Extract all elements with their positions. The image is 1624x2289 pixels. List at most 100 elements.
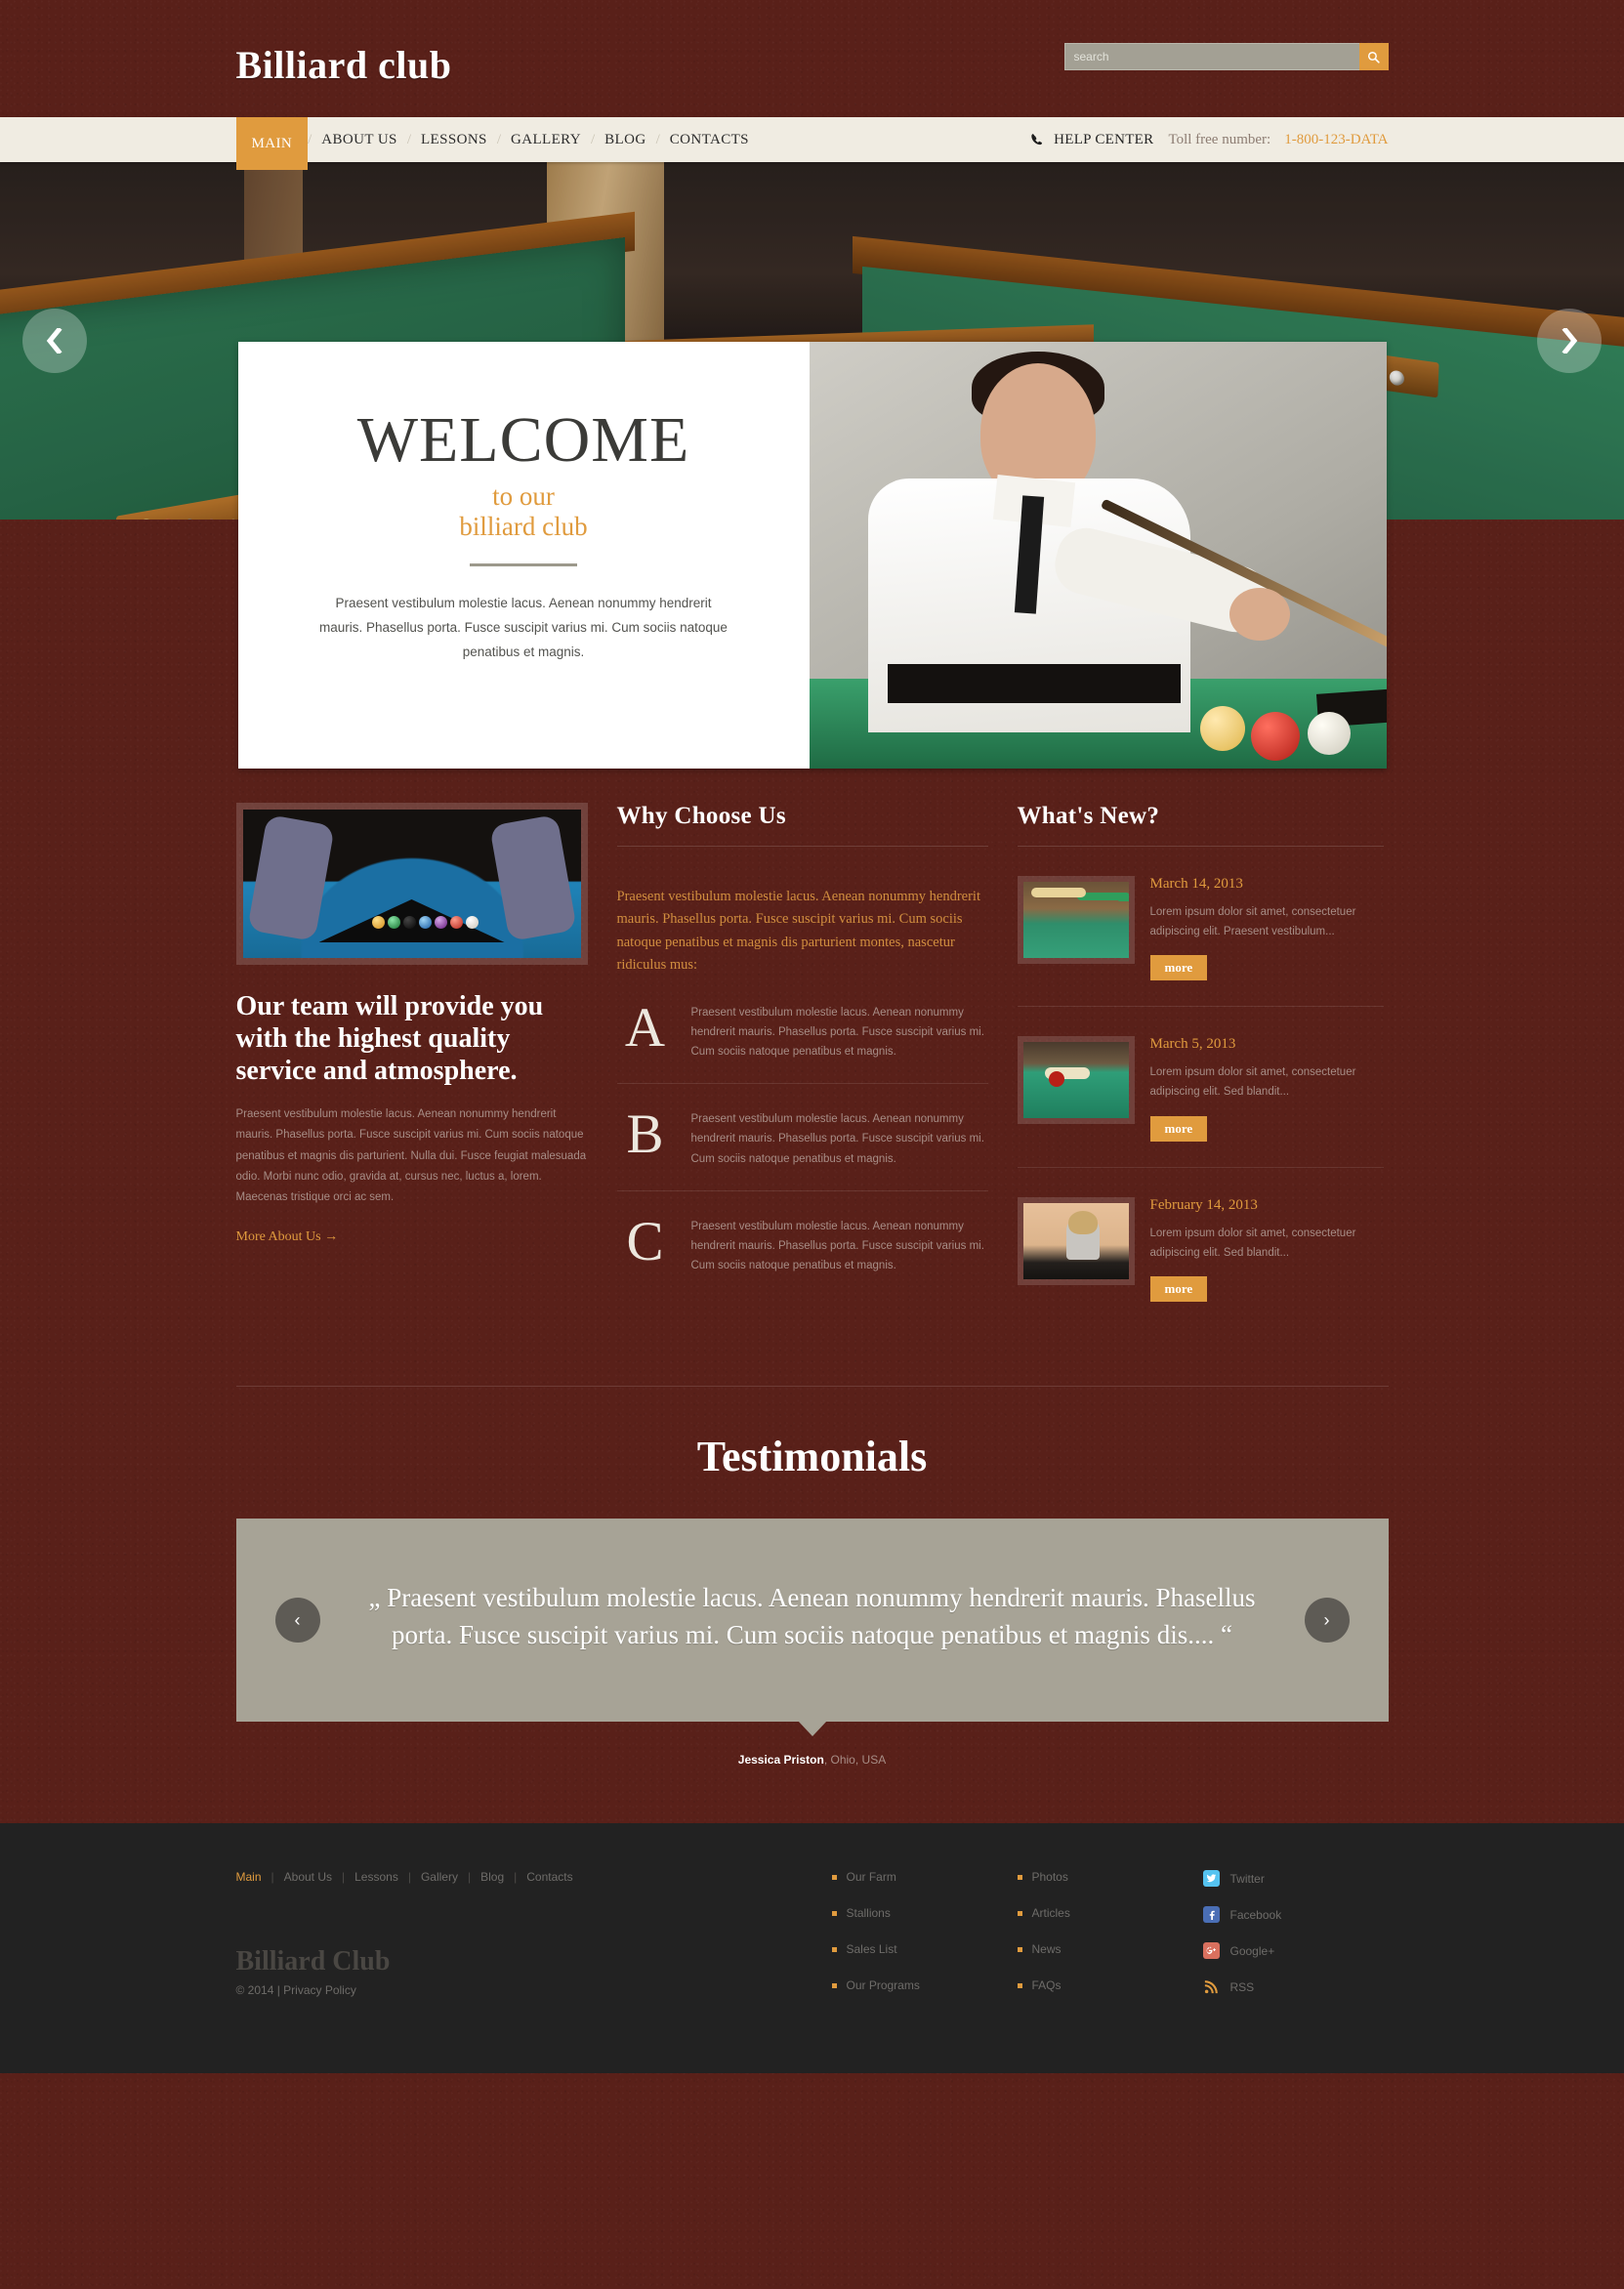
news-more-button[interactable]: more — [1149, 1275, 1208, 1302]
footer-link-news[interactable]: News — [1032, 1942, 1062, 1956]
footer-link-our-programs[interactable]: Our Programs — [847, 1978, 920, 1992]
search-button[interactable] — [1358, 43, 1389, 70]
footer-brand-column: Main | About Us | Lessons | Gallery | Bl… — [236, 1870, 832, 2015]
slider-prev-button[interactable] — [22, 309, 87, 373]
search-input[interactable] — [1063, 43, 1359, 70]
welcome-subtitle-line1: to our — [492, 481, 555, 511]
footer-links-column-2: Photos Articles News FAQs — [1017, 1870, 1203, 2015]
footer-link-our-farm[interactable]: Our Farm — [847, 1870, 896, 1884]
news-thumb-frame[interactable] — [1017, 1036, 1135, 1125]
chevron-right-icon — [1560, 328, 1579, 354]
social-link-item: Google+ — [1202, 1942, 1389, 1960]
why-item: B Praesent vestibulum molestie lacus. Ae… — [616, 1084, 988, 1191]
footer-nav-separator: | — [514, 1870, 518, 1885]
why-choose-us-title: Why Choose Us — [616, 803, 988, 847]
footer-link-faqs[interactable]: FAQs — [1032, 1978, 1062, 1992]
social-link-item: Twitter — [1202, 1870, 1389, 1888]
news-thumb-frame[interactable] — [1017, 1196, 1135, 1285]
main-navigation: MAIN / ABOUT US / LESSONS / GALLERY / BL… — [0, 117, 1624, 170]
social-link-item: Facebook — [1202, 1906, 1389, 1924]
testimonial-author-location: , Ohio, USA — [823, 1753, 887, 1768]
footer-nav-about-us[interactable]: About Us — [284, 1870, 332, 1884]
news-more-button[interactable]: more — [1149, 1115, 1208, 1142]
rss-icon — [1203, 1978, 1220, 1995]
search-icon — [1367, 51, 1380, 63]
footer-nav-separator: | — [407, 1870, 411, 1885]
why-choose-us-intro: Praesent vestibulum molestie lacus. Aene… — [616, 889, 980, 974]
footer-nav-lessons[interactable]: Lessons — [354, 1870, 398, 1884]
welcome-subtitle-line2: billiard club — [459, 511, 588, 541]
testimonial-pointer — [797, 1721, 827, 1737]
news-item: March 14, 2013 Lorem ipsum dolor sit ame… — [1017, 847, 1384, 1008]
footer-link-articles[interactable]: Articles — [1032, 1906, 1070, 1920]
welcome-text-block: WELCOME to our billiard club Praesent ve… — [237, 342, 810, 769]
news-date: February 14, 2013 — [1149, 1196, 1258, 1213]
social-link-rss[interactable]: RSS — [1230, 1980, 1255, 1994]
footer-link-photos[interactable]: Photos — [1032, 1870, 1068, 1884]
team-heading: Our team will provide you with the highe… — [235, 991, 544, 1087]
testimonial-author: Jessica Priston, Ohio, USA — [0, 1753, 1624, 1767]
news-date: March 14, 2013 — [1149, 876, 1243, 892]
footer-nav-blog[interactable]: Blog — [480, 1870, 504, 1884]
news-date: March 5, 2013 — [1149, 1036, 1236, 1053]
nav-menu: MAIN / ABOUT US / LESSONS / GALLERY / BL… — [235, 117, 759, 170]
help-center-title: HELP CENTER — [1054, 131, 1154, 147]
toll-free-number[interactable]: 1-800-123-DATA — [1284, 132, 1388, 148]
welcome-panel: WELCOME to our billiard club Praesent ve… — [237, 342, 1387, 769]
social-link-google-plus[interactable]: Google+ — [1230, 1944, 1275, 1958]
footer-link-item: News — [1017, 1942, 1203, 1956]
footer-link-item: Our Programs — [831, 1978, 1018, 1992]
testimonial-quote: „ Praesent vestibulum molestie lacus. Ae… — [368, 1582, 1256, 1650]
site-footer: Main | About Us | Lessons | Gallery | Bl… — [0, 1823, 1624, 2074]
welcome-description: Praesent vestibulum molestie lacus. Aene… — [319, 595, 728, 659]
news-more-button[interactable]: more — [1149, 955, 1208, 981]
footer-link-item: FAQs — [1017, 1978, 1203, 1992]
slider-next-button[interactable] — [1537, 309, 1602, 373]
why-item-letter: B — [626, 1103, 664, 1166]
footer-nav-separator: | — [467, 1870, 472, 1885]
nav-item-lessons[interactable]: LESSONS — [411, 117, 497, 162]
team-photo-frame — [235, 803, 588, 965]
help-center: HELP CENTER Toll free number: 1-800-123-… — [1030, 131, 1389, 148]
news-thumb-frame[interactable] — [1017, 876, 1135, 964]
footer-link-stallions[interactable]: Stallions — [847, 1906, 891, 1920]
footer-nav-main[interactable]: Main — [236, 1870, 262, 1884]
bullet-icon — [831, 1946, 837, 1952]
testimonial-prev-button[interactable]: ‹ — [274, 1598, 320, 1644]
news-excerpt: Lorem ipsum dolor sit amet, consectetuer… — [1149, 1227, 1356, 1259]
privacy-policy-link[interactable]: Privacy Policy — [283, 1983, 356, 1997]
nav-item-contacts[interactable]: CONTACTS — [660, 117, 759, 162]
nav-item-about-us[interactable]: ABOUT US — [312, 117, 407, 162]
copyright-text: © 2014 | — [235, 1983, 284, 1998]
testimonial-next-button[interactable]: › — [1304, 1598, 1350, 1644]
bullet-icon — [1017, 1874, 1022, 1880]
why-item: A Praesent vestibulum molestie lacus. Ae… — [616, 978, 988, 1085]
social-link-facebook[interactable]: Facebook — [1230, 1908, 1282, 1922]
toll-free-label: Toll free number: — [1168, 131, 1271, 147]
welcome-divider — [470, 562, 577, 566]
nav-item-main[interactable]: MAIN — [235, 117, 309, 170]
footer-link-sales-list[interactable]: Sales List — [847, 1942, 897, 1956]
news-thumbnail — [1022, 1042, 1129, 1119]
bullet-icon — [1017, 1946, 1022, 1952]
footer-copyright: © 2014 | Privacy Policy — [236, 1983, 832, 1997]
footer-nav-separator: | — [342, 1870, 346, 1885]
site-logo[interactable]: Billiard club — [236, 46, 452, 85]
nav-item-gallery[interactable]: GALLERY — [501, 117, 591, 162]
news-item: March 5, 2013 Lorem ipsum dolor sit amet… — [1017, 1007, 1384, 1168]
site-header: Billiard club — [0, 0, 1624, 117]
team-body: Praesent vestibulum molestie lacus. Aene… — [235, 1108, 587, 1204]
chevron-right-icon: › — [1323, 1609, 1330, 1630]
footer-nav-gallery[interactable]: Gallery — [421, 1870, 458, 1884]
bullet-icon — [831, 1910, 837, 1916]
nav-item-blog[interactable]: BLOG — [595, 117, 655, 162]
footer-nav-separator: | — [271, 1870, 274, 1885]
why-item-text: Praesent vestibulum molestie lacus. Aene… — [690, 1220, 984, 1271]
social-link-twitter[interactable]: Twitter — [1230, 1872, 1265, 1886]
whats-new-column: What's New? March 14, 2013 Lorem ipsum d… — [1017, 803, 1384, 1327]
more-about-us-link[interactable]: More About Us → — [236, 1229, 339, 1245]
bullet-icon — [1017, 1910, 1022, 1916]
footer-brand: Billiard Club — [235, 1946, 391, 1977]
testimonials-title: Testimonials — [696, 1432, 928, 1480]
footer-nav-contacts[interactable]: Contacts — [526, 1870, 572, 1884]
